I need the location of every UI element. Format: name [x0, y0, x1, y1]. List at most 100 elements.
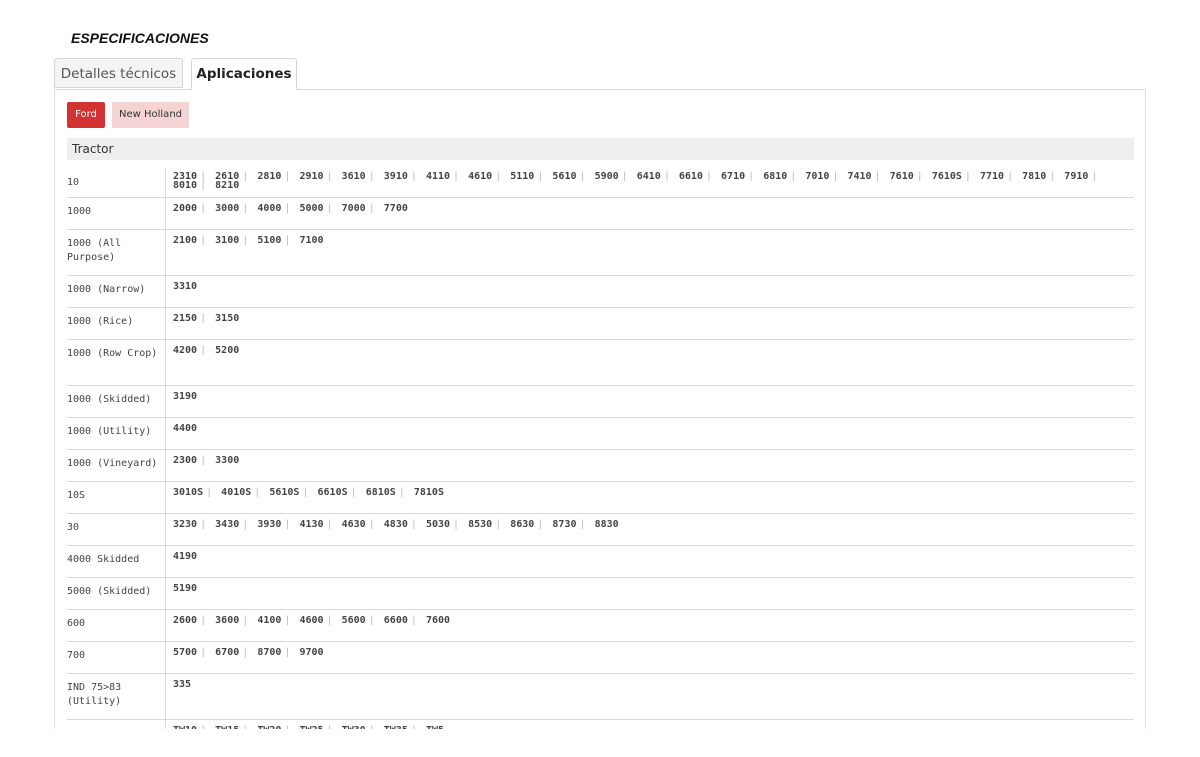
application-model: 2100	[173, 235, 198, 246]
application-model: 8210	[215, 180, 240, 191]
model-name: 30	[67, 522, 80, 533]
table-row: 1000 2000 | 3000 | 4000 | 5000 | 7000 | 7700	[67, 198, 1134, 230]
column-divider	[165, 340, 166, 385]
model-name: 1000 (Rice)	[67, 316, 134, 327]
separator: |	[453, 171, 460, 182]
separator: |	[200, 180, 207, 191]
table-row: 30 3230 | 3430 | 3930 | 4130 | 4630 | 4830 | 50…	[67, 514, 1134, 546]
table-row: TWTW10| TW15| TW20| TW25| TW30| TW35| TW…	[67, 720, 1134, 729]
separator: |	[326, 171, 333, 182]
application-list: 2000 | 3000 | 4000 | 5000 | 7000 | 7700	[173, 202, 1124, 216]
application-model: 2300	[173, 455, 198, 466]
application-list: 3230 | 3430 | 3930 | 4130 | 4630 | 4830 | 5030…	[173, 518, 1124, 532]
separator: |	[242, 519, 249, 530]
separator: |	[200, 203, 207, 214]
application-model: 3600	[215, 615, 240, 626]
separator: |	[453, 519, 460, 530]
application-model: TW20	[257, 725, 281, 729]
application-model: 8730	[552, 519, 577, 530]
application-model: TW30	[342, 725, 366, 729]
separator: |	[790, 171, 797, 182]
table-row: 600 2600 | 3600 | 4100 | 4600 | 5600 | 6600 | 7…	[67, 610, 1134, 642]
application-model: 7810S	[413, 487, 444, 498]
application-model: 3230	[173, 519, 198, 530]
application-model: TW5	[426, 725, 444, 729]
application-model: 3430	[215, 519, 240, 530]
application-model: 6610S	[317, 487, 348, 498]
application-model: TW10	[173, 725, 197, 729]
separator: |	[537, 519, 544, 530]
application-model: 5600	[341, 615, 366, 626]
separator: |	[748, 171, 755, 182]
model-name: IND 75>83 (Utility)	[67, 682, 122, 707]
application-list: 5190	[173, 582, 1124, 596]
application-list: 3010S | 4010S | 5610S | 6610S | 6810S | 7810S	[173, 486, 1124, 500]
table-row: 700 5700 | 6700 | 8700 | 9700	[67, 642, 1134, 674]
application-list: TW10| TW15| TW20| TW25| TW30| TW35| TW5	[173, 724, 1124, 729]
table-row: 1000 (Utility) 4400	[67, 418, 1134, 450]
application-list: 3190	[173, 390, 1124, 404]
separator: |	[350, 487, 357, 498]
separator: |	[242, 171, 249, 182]
application-list: 2310 | 2610 | 2810 | 2910 | 3610 | 3910 | 4110…	[173, 171, 1124, 191]
column-divider	[165, 482, 166, 513]
separator: |	[408, 725, 420, 729]
application-model: 4600	[299, 615, 324, 626]
separator: |	[326, 203, 333, 214]
separator: |	[916, 171, 923, 182]
application-model: 7910	[1064, 171, 1089, 182]
application-list: 2150 | 3150	[173, 312, 1124, 326]
tab-bar: Detalles técnicos Aplicaciones	[54, 58, 1146, 90]
application-model: 6810S	[365, 487, 396, 498]
brand-button-ford[interactable]: Ford	[67, 102, 105, 128]
application-model: 3930	[257, 519, 282, 530]
separator: |	[200, 519, 207, 530]
application-model: 5200	[215, 345, 240, 356]
separator: |	[495, 171, 502, 182]
application-model: 7700	[383, 203, 408, 214]
separator: |	[368, 171, 375, 182]
application-model: 2810	[257, 171, 282, 182]
model-name: 5000 (Skidded)	[67, 586, 152, 597]
tab-aplicaciones[interactable]: Aplicaciones	[191, 58, 297, 90]
column-divider	[165, 276, 166, 307]
column-divider	[165, 230, 166, 275]
application-model: 7000	[341, 203, 366, 214]
tab-detalles-tecnicos[interactable]: Detalles técnicos	[54, 58, 183, 88]
separator: |	[410, 519, 417, 530]
application-model: 3150	[215, 313, 240, 324]
model-name: 4000 Skidded	[67, 554, 140, 565]
model-name: 1000 (Narrow)	[67, 284, 146, 295]
application-model: 5610S	[269, 487, 300, 498]
application-model: 5030	[425, 519, 451, 530]
column-divider	[165, 450, 166, 481]
application-model: 2150	[173, 313, 198, 324]
table-row: 10 2310 | 2610 | 2810 | 2910 | 3610 | 3910 | 41…	[67, 168, 1134, 198]
applications-panel: Ford New Holland Tractor 10 2310 | 2610 | 2…	[54, 89, 1146, 729]
column-divider	[165, 418, 166, 449]
separator: |	[200, 235, 207, 246]
column-divider	[165, 168, 166, 197]
application-model: 3910	[383, 171, 408, 182]
table-row: 4000 Skidded 4190	[67, 546, 1134, 578]
separator: |	[284, 647, 291, 658]
separator: |	[537, 171, 544, 182]
separator: |	[579, 171, 586, 182]
brand-button-new-holland[interactable]: New Holland	[112, 102, 189, 128]
model-name: 1000 (Row Crop)	[67, 348, 158, 359]
separator: |	[302, 487, 309, 498]
application-model: TW25	[299, 725, 323, 729]
separator: |	[964, 171, 971, 182]
application-model: 3000	[215, 203, 240, 214]
separator: |	[410, 615, 417, 626]
application-model: 7410	[847, 171, 872, 182]
application-model: 3310	[173, 281, 198, 292]
table-row: 1000 (Row Crop) 4200 | 5200	[67, 340, 1134, 386]
application-model: 3190	[173, 391, 198, 402]
separator: |	[1049, 171, 1056, 182]
category-header: Tractor	[67, 138, 1134, 160]
application-model: 3300	[215, 455, 240, 466]
separator: |	[200, 313, 207, 324]
model-name: 700	[67, 650, 86, 661]
application-model: 4190	[173, 551, 198, 562]
